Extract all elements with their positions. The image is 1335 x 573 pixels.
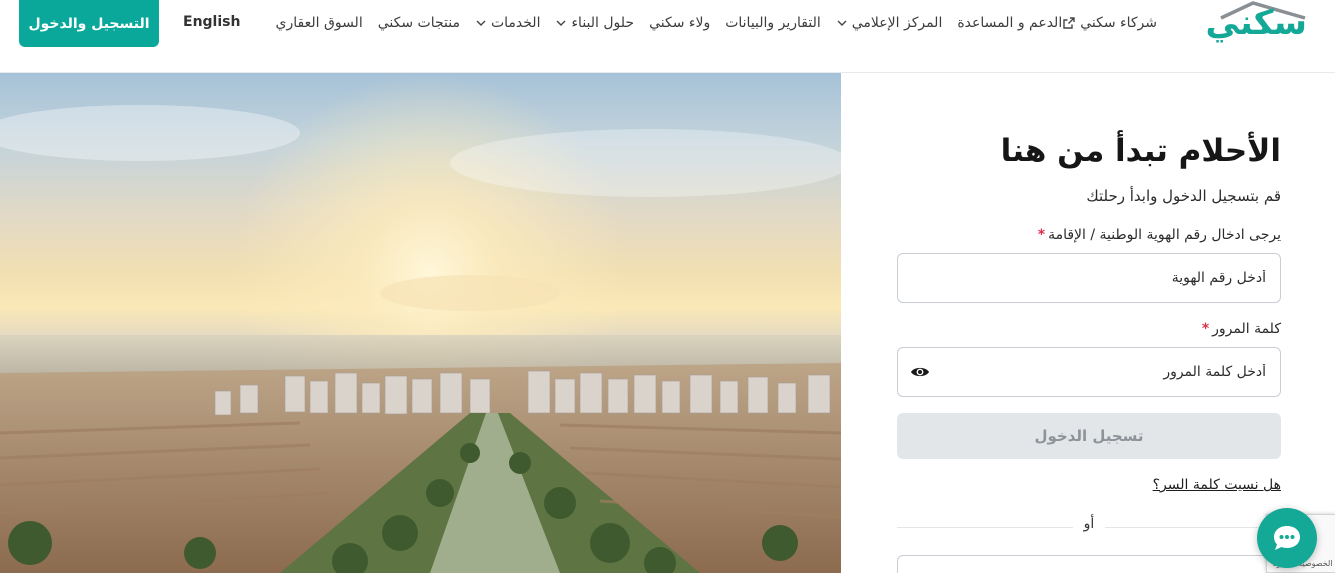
site-header: التسجيل والدخول English السوق العقاري من… bbox=[0, 0, 1335, 73]
or-separator: أو bbox=[1073, 516, 1105, 532]
id-number-input[interactable] bbox=[938, 254, 1266, 302]
password-label-text: كلمة المرور bbox=[1212, 321, 1281, 337]
password-field[interactable] bbox=[897, 347, 1281, 397]
city-landscape-image bbox=[0, 73, 841, 573]
id-field[interactable] bbox=[897, 253, 1281, 303]
nav-item-sakani-loyalty[interactable]: ولاء سكني bbox=[649, 15, 710, 31]
required-asterisk: * bbox=[1037, 227, 1046, 243]
nav-item-real-estate-market[interactable]: السوق العقاري bbox=[276, 15, 363, 31]
nav-item-label: منتجات سكني bbox=[377, 15, 460, 31]
nav-item-label: الدعم و المساعدة bbox=[957, 15, 1063, 31]
chevron-down-icon bbox=[475, 17, 487, 29]
nav-item-label: السوق العقاري bbox=[275, 15, 363, 31]
login-panel: الأحلام تبدأ من هنا قم بتسجيل الدخول واب… bbox=[841, 73, 1335, 573]
nav-item-media-center[interactable]: المركز الإعلامي bbox=[836, 15, 943, 31]
nav-item-support[interactable]: الدعم و المساعدة bbox=[957, 15, 1062, 31]
main-nav: السوق العقاري منتجات سكني الخدمات حلول ا… bbox=[261, 12, 1157, 34]
nav-item-label: المركز الإعلامي bbox=[851, 15, 943, 31]
nav-item-label: شركاء سكني bbox=[1080, 15, 1157, 31]
page-title: الأحلام تبدأ من هنا bbox=[1000, 133, 1281, 169]
chevron-down-icon bbox=[836, 17, 848, 29]
chevron-down-icon bbox=[555, 17, 567, 29]
nav-item-building-solutions[interactable]: حلول البناء bbox=[555, 15, 634, 31]
nav-item-label: حلول البناء bbox=[571, 15, 635, 31]
nav-item-label: الخدمات bbox=[490, 15, 541, 31]
chat-bubble-icon bbox=[1274, 526, 1300, 550]
login-page: التسجيل والدخول English السوق العقاري من… bbox=[0, 0, 1335, 573]
id-label-text: يرجى ادخال رقم الهوية الوطنية / الإقامة bbox=[1048, 227, 1281, 243]
language-switch-link[interactable]: English bbox=[183, 14, 240, 30]
login-submit-button[interactable]: تسجيل الدخول bbox=[897, 413, 1281, 459]
hero-image bbox=[0, 73, 841, 573]
forgot-password-link[interactable]: هل نسيت كلمة السر؟ bbox=[1153, 477, 1281, 493]
nav-item-reports-data[interactable]: التقارير والبيانات bbox=[725, 15, 821, 31]
logo-text: سكني bbox=[1205, 3, 1308, 43]
register-login-button[interactable]: التسجيل والدخول bbox=[19, 0, 159, 47]
nav-item-services[interactable]: الخدمات bbox=[475, 15, 541, 31]
alternative-login-button[interactable] bbox=[897, 555, 1281, 573]
nav-item-label: التقارير والبيانات bbox=[725, 15, 821, 31]
password-field-label: كلمة المرور* bbox=[1202, 321, 1281, 337]
page-subtitle: قم بتسجيل الدخول وابدأ رحلتك bbox=[1086, 187, 1281, 205]
eye-icon[interactable] bbox=[910, 364, 930, 380]
chat-button[interactable] bbox=[1257, 508, 1317, 568]
nav-item-sakani-partners[interactable]: شركاء سكني bbox=[1062, 15, 1157, 31]
sakani-logo[interactable]: سكني bbox=[1191, 0, 1308, 48]
required-asterisk: * bbox=[1201, 321, 1210, 337]
external-link-icon bbox=[1062, 16, 1076, 30]
password-input[interactable] bbox=[938, 348, 1266, 396]
id-field-label: يرجى ادخال رقم الهوية الوطنية / الإقامة* bbox=[1038, 227, 1281, 243]
nav-item-label: ولاء سكني bbox=[649, 15, 711, 31]
nav-item-sakani-products[interactable]: منتجات سكني bbox=[378, 15, 460, 31]
